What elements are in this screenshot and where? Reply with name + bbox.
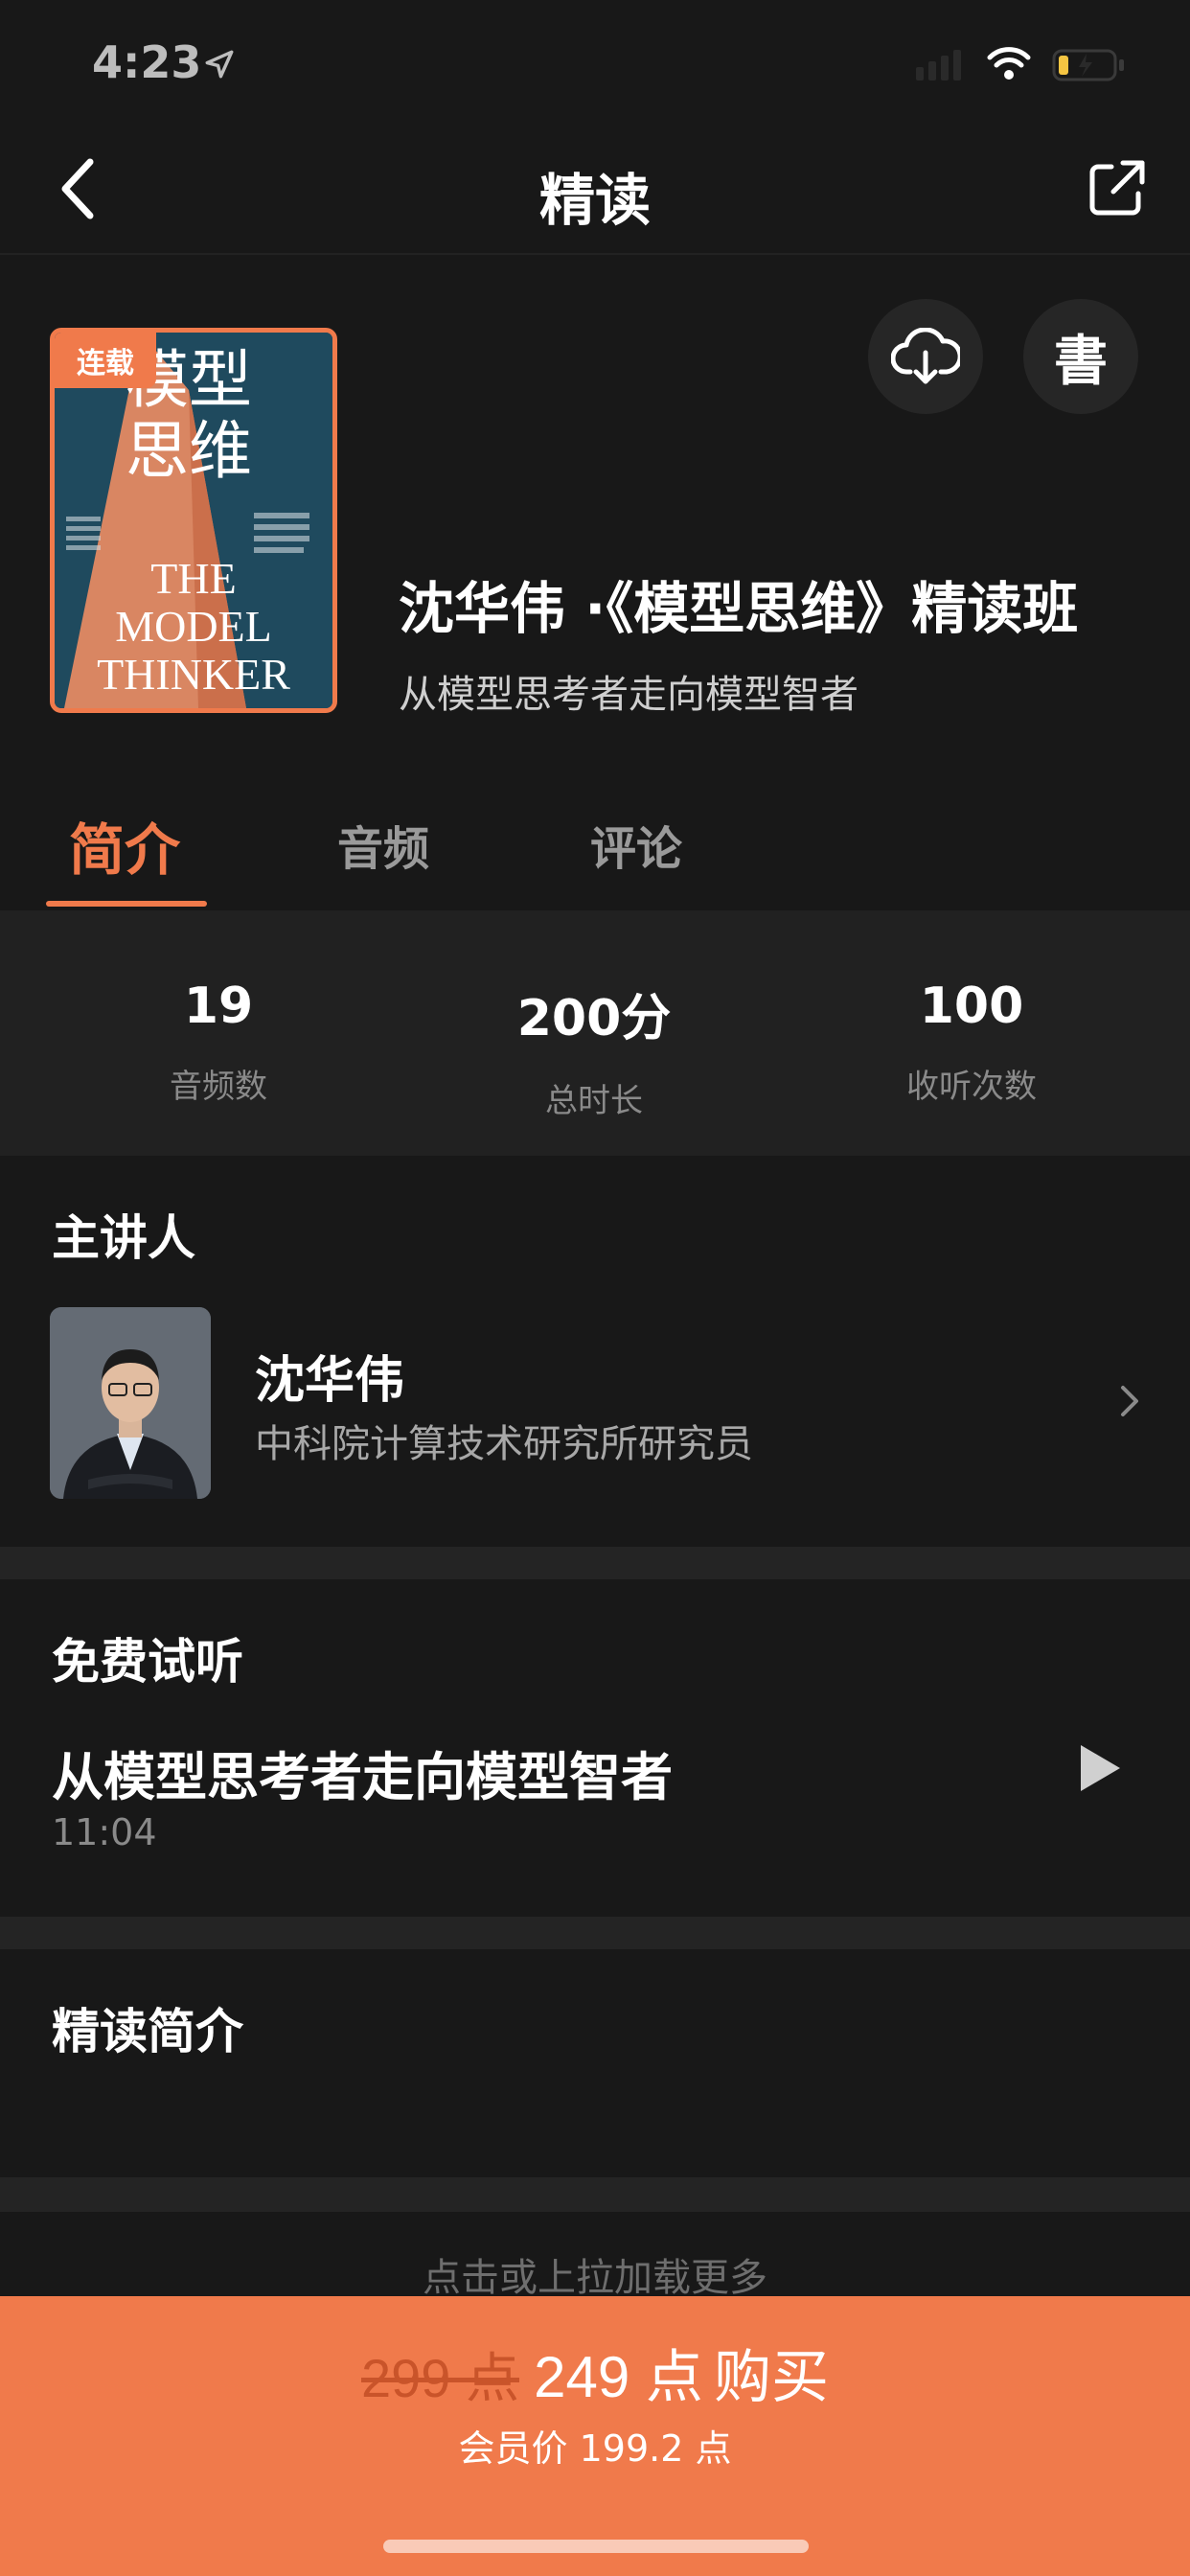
lecturer-row[interactable]: 沈华伟 中科院计算技术研究所研究员 — [0, 1303, 1190, 1499]
current-price: 249 点 — [534, 2345, 703, 2409]
trial-duration: 11:04 — [52, 1811, 157, 1853]
chevron-right-icon — [1121, 1386, 1138, 1416]
tab-intro[interactable]: 简介 — [69, 805, 180, 886]
status-time: 4:23 — [92, 36, 202, 88]
stat-label: 音频数 — [170, 1068, 267, 1106]
cover-title-en-2: MODEL — [115, 602, 272, 651]
page: 4:23 精读 连载 模型 思维 THE MODEL THINKER 書 沈华伟… — [0, 0, 1190, 2576]
cover-title-cn-2: 思维 — [126, 414, 252, 488]
location-arrow-icon — [205, 50, 234, 79]
stat-value: 19 — [183, 978, 254, 1035]
course-title: 沈华伟 ·《模型思维》精读班 — [399, 576, 1079, 641]
section-divider — [0, 1547, 1190, 1579]
tab-audio[interactable]: 音频 — [337, 811, 429, 878]
stat-label: 总时长 — [545, 1082, 643, 1120]
member-price: 会员价 199.2 点 — [458, 2427, 732, 2470]
stat-listen-count: 100 收听次数 — [828, 978, 1115, 1107]
serial-badge: 连载 — [55, 333, 156, 388]
trial-section-title: 免费试听 — [52, 1634, 243, 1690]
page-title: 精读 — [538, 168, 651, 233]
book-cover[interactable]: 连载 模型 思维 THE MODEL THINKER — [50, 328, 337, 713]
buy-button-label[interactable]: 购买 — [714, 2344, 829, 2411]
load-more-text[interactable]: 点击或上拉加载更多 — [0, 2246, 1190, 2302]
lecturer-section-title: 主讲人 — [52, 1210, 195, 1266]
tab-comments[interactable]: 评论 — [590, 811, 682, 878]
active-tab-indicator — [46, 901, 207, 907]
stat-value: 100 — [919, 978, 1024, 1035]
book-button[interactable]: 書 — [1023, 299, 1138, 414]
tab-bar: 简介 音频 评论 — [0, 786, 1190, 910]
cellular-signal-icon — [916, 50, 961, 80]
wifi-icon — [987, 47, 1031, 80]
price-line: 299 点 249 点 购买 — [0, 2331, 1190, 2414]
cover-title-en-1: THE — [150, 554, 236, 603]
stat-audio-count: 19 音频数 — [75, 978, 362, 1107]
status-bar: 4:23 — [0, 0, 1190, 126]
intro-section-title: 精读简介 — [52, 2004, 243, 2059]
home-indicator — [383, 2540, 809, 2553]
lecturer-photo — [50, 1307, 211, 1499]
external-share-icon[interactable] — [1087, 157, 1148, 218]
course-subtitle: 从模型思考者走向模型智者 — [399, 673, 858, 717]
stats-panel: 19 音频数 200分 总时长 100 收听次数 — [0, 910, 1190, 1156]
purchase-bar[interactable]: 299 点 249 点 购买 会员价 199.2 点 — [0, 2296, 1190, 2576]
trial-episode-title[interactable]: 从模型思考者走向模型智者 — [52, 1735, 673, 1810]
original-price: 299 点 — [361, 2348, 520, 2408]
book-cover-art: 模型 思维 THE MODEL THINKER — [55, 333, 332, 708]
lecturer-name: 沈华伟 — [255, 1352, 405, 1410]
lecturer-description: 中科院计算技术研究所研究员 — [255, 1422, 753, 1466]
download-button[interactable] — [868, 299, 983, 414]
stat-total-duration: 200分 总时长 — [450, 978, 738, 1121]
battery-charging-icon — [1052, 49, 1124, 81]
stat-label: 收听次数 — [906, 1068, 1037, 1106]
section-divider — [0, 2177, 1190, 2212]
stat-value: 200分 — [516, 990, 672, 1047]
cover-title-en-3: THINKER — [97, 650, 290, 699]
avatar — [50, 1307, 211, 1499]
section-divider — [0, 1917, 1190, 1949]
play-icon[interactable] — [1077, 1742, 1123, 1794]
navigation-bar: 精读 — [0, 126, 1190, 255]
cloud-download-icon — [891, 328, 960, 384]
